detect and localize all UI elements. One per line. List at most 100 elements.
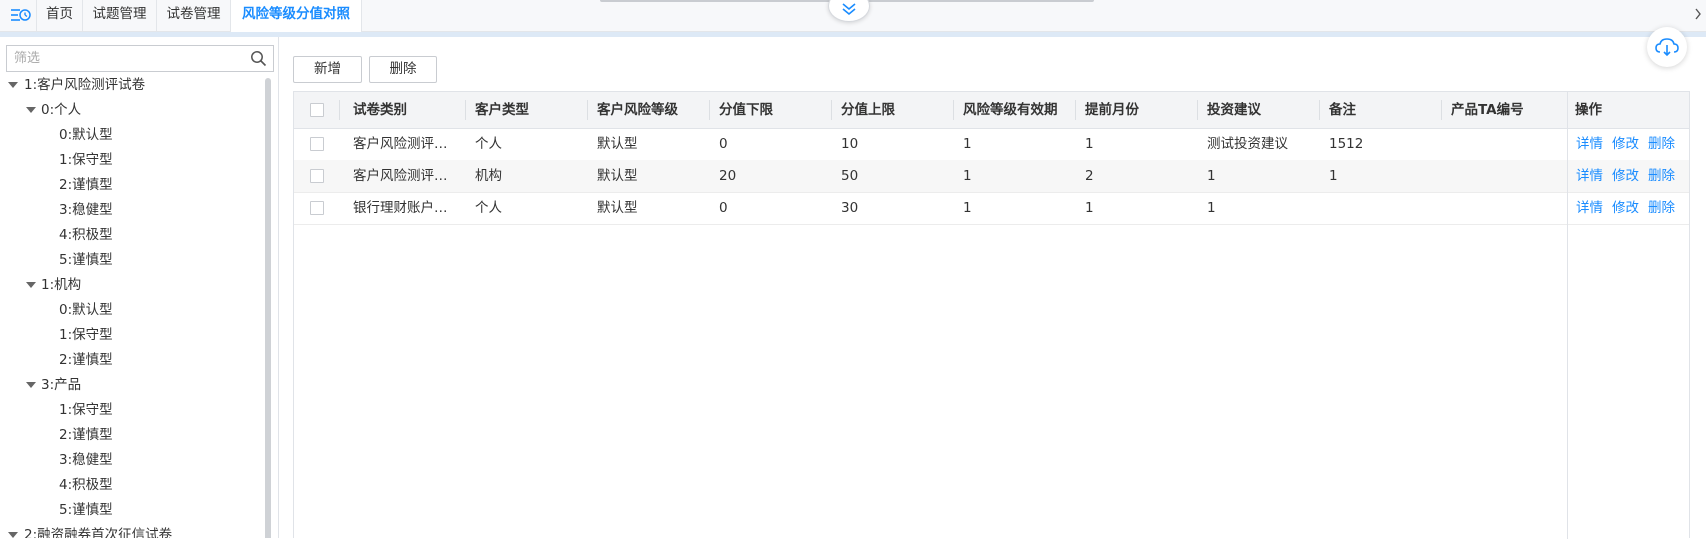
cell-customer-type: 机构 [475, 168, 502, 184]
cell-risk-level: 默认型 [597, 200, 638, 216]
column-divider [709, 100, 710, 120]
tree-leaf[interactable]: 0:默认型 [59, 123, 113, 148]
cell-advance-months: 2 [1085, 168, 1094, 184]
column-divider [1441, 100, 1442, 120]
table-row[interactable]: 银行理财账户风险测评 个人 默认型 0 30 1 1 1 详情 修改 删除 [294, 192, 1689, 225]
col-header-score-min[interactable]: 分值下限 [719, 92, 773, 128]
detail-link[interactable]: 详情 [1576, 160, 1603, 192]
delete-link[interactable]: 删除 [1648, 192, 1675, 224]
cell-advance-months: 1 [1085, 136, 1094, 152]
row-checkbox[interactable] [310, 201, 324, 215]
tree-leaf[interactable]: 3:稳健型 [59, 448, 113, 473]
filter-box [6, 45, 274, 72]
cell-score-max: 50 [841, 168, 859, 184]
tab-home[interactable]: 首页 [37, 0, 83, 31]
cell-remark [1329, 192, 1433, 224]
tree-leaf[interactable]: 4:积极型 [59, 223, 113, 248]
column-divider [339, 100, 340, 120]
col-header-score-max[interactable]: 分值上限 [841, 92, 895, 128]
cell-score-min: 0 [719, 136, 728, 152]
delete-link[interactable]: 删除 [1648, 160, 1675, 192]
tree-scrollbar[interactable] [265, 78, 271, 538]
filter-input[interactable] [7, 46, 253, 71]
tree-leaf[interactable]: 0:默认型 [59, 298, 113, 323]
cell-score-min: 20 [719, 168, 737, 184]
tree-node-label: 2:融资融券首次征信试卷 [24, 527, 173, 538]
col-header-paper-type[interactable]: 试卷类别 [353, 92, 407, 128]
cell-advice: 1 [1207, 200, 1216, 216]
row-checkbox[interactable] [310, 169, 324, 183]
col-header-risk-level[interactable]: 客户风险等级 [597, 92, 678, 128]
add-button[interactable]: 新增 [293, 56, 362, 83]
col-header-validity[interactable]: 风险等级有效期 [963, 92, 1058, 128]
collapse-toggle-button[interactable] [828, 0, 870, 22]
tree-leaf[interactable]: 5:谨慎型 [59, 248, 113, 273]
edit-link[interactable]: 修改 [1612, 192, 1639, 224]
chevron-right-icon[interactable] [1694, 8, 1702, 20]
cell-paper-type: 银行理财账户风险测评 [353, 200, 457, 216]
cell-validity: 1 [963, 200, 972, 216]
menu-toggle-icon[interactable] [8, 5, 32, 25]
col-header-advice[interactable]: 投资建议 [1207, 92, 1261, 128]
caret-down-icon [8, 532, 18, 538]
table-row[interactable]: 客户风险测评试卷 个人 默认型 0 10 1 1 测试投资建议 1512 详情 … [294, 128, 1689, 161]
cell-advance-months: 1 [1085, 200, 1094, 216]
select-all-checkbox[interactable] [310, 103, 324, 117]
tree-leaf[interactable]: 1:保守型 [59, 323, 113, 348]
caret-down-icon [26, 107, 36, 113]
tab-paper-management[interactable]: 试卷管理 [157, 0, 231, 31]
edit-link[interactable]: 修改 [1612, 128, 1639, 160]
detail-link[interactable]: 详情 [1576, 128, 1603, 160]
tree-leaf[interactable]: 2:谨慎型 [59, 173, 113, 198]
delete-link[interactable]: 删除 [1648, 128, 1675, 160]
cell-customer-type: 个人 [475, 200, 502, 216]
column-divider [1075, 100, 1076, 120]
cell-validity: 1 [963, 168, 972, 184]
col-header-ta-code[interactable]: 产品TA编号 [1451, 92, 1524, 128]
tree-node-label: 3:产品 [41, 377, 82, 393]
tab-bar: 首页 试题管理 试卷管理 风险等级分值对照 [0, 0, 1706, 32]
column-divider [1197, 100, 1198, 120]
col-header-advance-months[interactable]: 提前月份 [1085, 92, 1139, 128]
tree-leaf[interactable]: 1:保守型 [59, 148, 113, 173]
search-icon[interactable] [250, 50, 267, 67]
cell-ta-code [1451, 128, 1555, 160]
tree-leaf[interactable]: 3:稳健型 [59, 198, 113, 223]
row-checkbox[interactable] [310, 137, 324, 151]
cell-validity: 1 [963, 136, 972, 152]
tree-leaf[interactable]: 5:谨慎型 [59, 498, 113, 523]
cell-paper-type: 客户风险测评试卷 [353, 136, 457, 152]
table-row[interactable]: 客户风险测评试卷 机构 默认型 20 50 1 2 1 1 详情 修改 删除 [294, 160, 1689, 193]
cell-ta-code [1451, 192, 1555, 224]
cell-advice: 测试投资建议 [1207, 136, 1288, 152]
tree-node-label: 1:机构 [41, 277, 82, 293]
cell-remark: 1512 [1329, 136, 1364, 152]
tab-risk-score-map[interactable]: 风险等级分值对照 [231, 0, 362, 32]
column-divider [831, 100, 832, 120]
double-chevron-down-icon [842, 3, 856, 16]
tree-node-label: 1:客户风险测评试卷 [24, 77, 146, 93]
cloud-download-button[interactable] [1647, 27, 1687, 67]
column-divider [1319, 100, 1320, 120]
column-divider [953, 100, 954, 120]
cell-risk-level: 默认型 [597, 136, 638, 152]
cell-score-min: 0 [719, 200, 728, 216]
col-header-customer-type[interactable]: 客户类型 [475, 92, 529, 128]
fixed-column-divider [1567, 92, 1568, 539]
tree-leaf[interactable]: 2:谨慎型 [59, 423, 113, 448]
tree-leaf[interactable]: 1:保守型 [59, 398, 113, 423]
col-header-operations: 操作 [1575, 102, 1602, 118]
tree-leaf[interactable]: 4:积极型 [59, 473, 113, 498]
edit-link[interactable]: 修改 [1612, 160, 1639, 192]
caret-down-icon [26, 382, 36, 388]
delete-button[interactable]: 删除 [369, 56, 437, 83]
category-tree-panel: 1:客户风险测评试卷 0:个人 0:默认型 1:保守型 2:谨慎型 3:稳健型 … [0, 37, 279, 538]
detail-link[interactable]: 详情 [1576, 192, 1603, 224]
tree-leaf[interactable]: 2:谨慎型 [59, 348, 113, 373]
tab-question-management[interactable]: 试题管理 [83, 0, 157, 31]
col-header-remark[interactable]: 备注 [1329, 92, 1356, 128]
cloud-download-icon [1655, 38, 1679, 57]
cell-score-max: 10 [841, 136, 859, 152]
tree-node-label: 0:个人 [41, 102, 82, 118]
caret-down-icon [8, 82, 18, 88]
